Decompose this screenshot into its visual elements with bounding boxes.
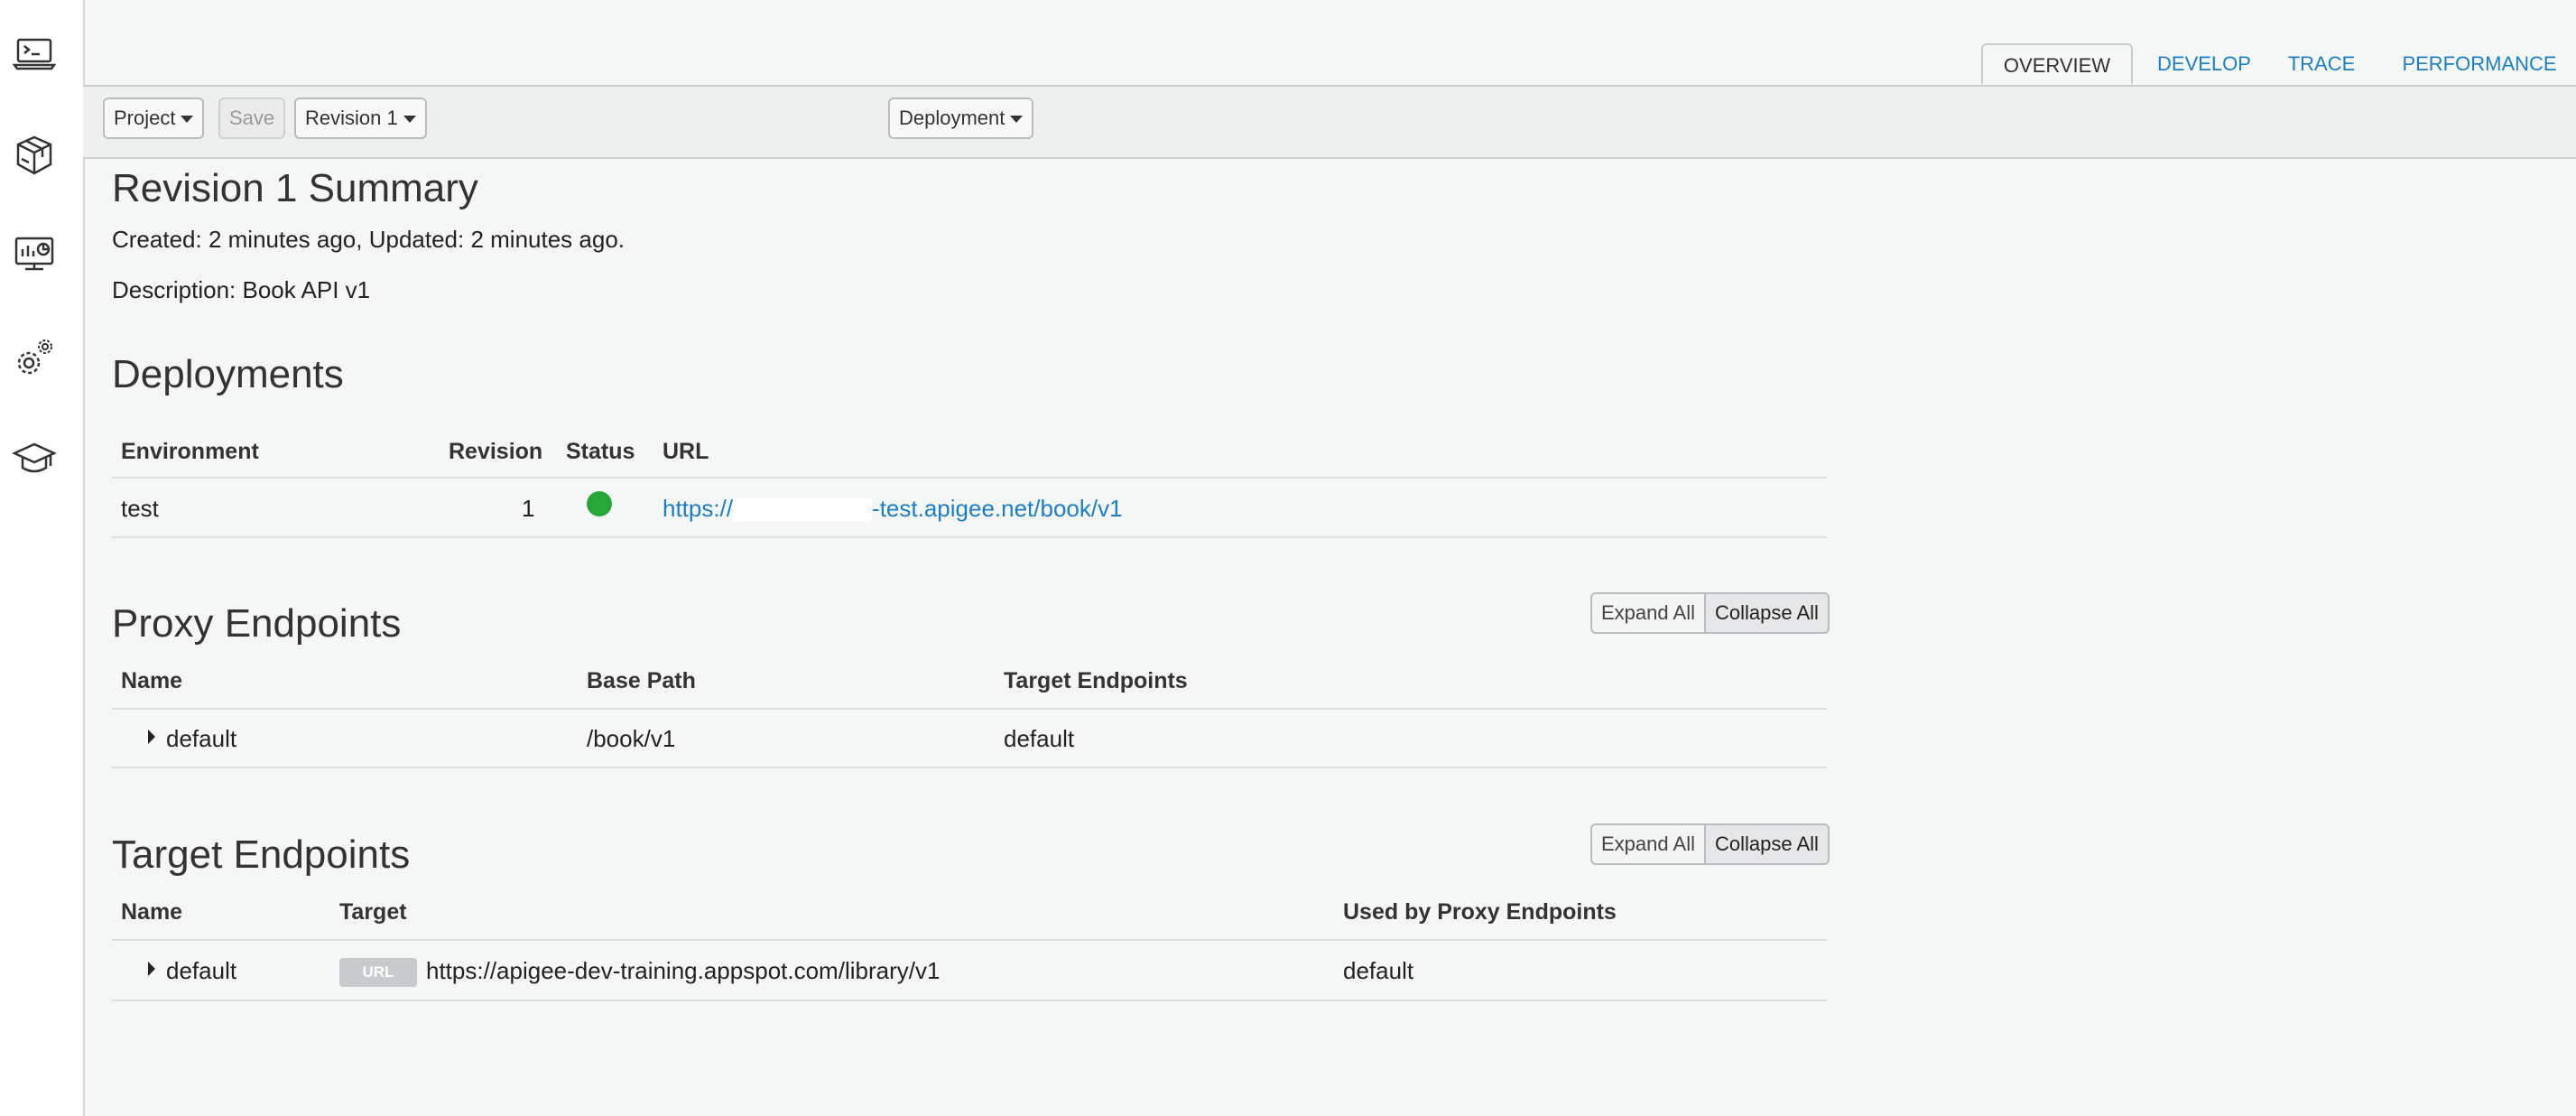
target-used-by: default bbox=[1343, 957, 1414, 984]
deployment-url-link[interactable]: https:// -test.apigee.net/book/v1 bbox=[663, 495, 1123, 523]
chevron-down-icon bbox=[1010, 116, 1024, 124]
monitor-chart-icon[interactable] bbox=[13, 233, 56, 276]
top-tab-bar: OVERVIEW DEVELOP TRACE PERFORMANCE bbox=[83, 0, 2576, 87]
toolbar: Project Save Revision 1 Deployment bbox=[83, 87, 2576, 159]
deployments-title: Deployments bbox=[112, 352, 344, 396]
proxy-target-endpoint: default bbox=[1004, 725, 1075, 752]
chevron-down-icon bbox=[403, 116, 416, 124]
col-target-endpoints: Target Endpoints bbox=[1004, 668, 1188, 693]
divider bbox=[112, 939, 1827, 941]
description-text: Description: Book API v1 bbox=[112, 276, 371, 303]
proxy-base-path: /book/v1 bbox=[587, 725, 676, 752]
col-name: Name bbox=[121, 668, 183, 693]
collapse-all-button[interactable]: Collapse All bbox=[1705, 823, 1830, 865]
tab-performance[interactable]: PERFORMANCE bbox=[2394, 43, 2565, 85]
expand-row-icon[interactable] bbox=[148, 962, 155, 976]
target-endpoints-title: Target Endpoints bbox=[112, 832, 411, 877]
divider bbox=[112, 477, 1827, 479]
left-sidebar bbox=[0, 0, 85, 1116]
redacted-text bbox=[733, 498, 873, 523]
divider bbox=[112, 1000, 1827, 1001]
expand-all-button[interactable]: Expand All bbox=[1590, 592, 1706, 634]
col-environment: Environment bbox=[121, 439, 259, 464]
status-indicator bbox=[587, 491, 612, 516]
deployment-dropdown[interactable]: Deployment bbox=[888, 98, 1034, 139]
col-target: Target bbox=[339, 899, 407, 925]
page-title: Revision 1 Summary bbox=[112, 166, 478, 210]
col-revision: Revision bbox=[449, 439, 543, 464]
deployment-label: Deployment bbox=[899, 107, 1005, 129]
url-suffix: -test.apigee.net/book/v1 bbox=[872, 495, 1123, 522]
created-updated-text: Created: 2 minutes ago, Updated: 2 minut… bbox=[112, 226, 625, 253]
project-label: Project bbox=[114, 107, 176, 129]
gears-icon[interactable] bbox=[13, 336, 56, 379]
divider bbox=[112, 767, 1827, 768]
terminal-laptop-icon[interactable] bbox=[13, 33, 56, 76]
col-url: URL bbox=[663, 439, 709, 464]
expand-all-button[interactable]: Expand All bbox=[1590, 823, 1706, 865]
deployment-environment: test bbox=[121, 495, 159, 522]
col-base-path: Base Path bbox=[587, 668, 696, 693]
proxy-endpoint-name[interactable]: default bbox=[166, 725, 236, 753]
tab-trace[interactable]: TRACE bbox=[2276, 43, 2367, 85]
col-used-by: Used by Proxy Endpoints bbox=[1343, 899, 1617, 925]
chevron-down-icon bbox=[181, 116, 194, 124]
target-url: https://apigee-dev-training.appspot.com/… bbox=[426, 957, 941, 984]
tab-overview[interactable]: OVERVIEW bbox=[1981, 43, 2133, 85]
graduation-cap-icon[interactable] bbox=[13, 437, 56, 480]
url-badge: URL bbox=[339, 958, 417, 987]
package-icon[interactable] bbox=[13, 134, 56, 177]
col-status: Status bbox=[566, 439, 635, 464]
revision-label: Revision 1 bbox=[305, 107, 398, 129]
divider bbox=[112, 536, 1827, 538]
save-button[interactable]: Save bbox=[218, 98, 286, 139]
col-name: Name bbox=[121, 899, 183, 925]
expand-row-icon[interactable] bbox=[148, 730, 155, 744]
divider bbox=[112, 708, 1827, 710]
tab-develop[interactable]: DEVELOP bbox=[2145, 43, 2263, 85]
target-endpoint-name[interactable]: default bbox=[166, 957, 236, 985]
deployment-revision: 1 bbox=[522, 495, 535, 522]
url-prefix: https:// bbox=[663, 495, 734, 522]
proxy-expand-collapse-group: Expand All Collapse All bbox=[1590, 592, 1830, 634]
target-expand-collapse-group: Expand All Collapse All bbox=[1590, 823, 1830, 865]
proxy-endpoints-title: Proxy Endpoints bbox=[112, 601, 402, 646]
collapse-all-button[interactable]: Collapse All bbox=[1705, 592, 1830, 634]
project-dropdown[interactable]: Project bbox=[103, 98, 205, 139]
revision-dropdown[interactable]: Revision 1 bbox=[294, 98, 427, 139]
